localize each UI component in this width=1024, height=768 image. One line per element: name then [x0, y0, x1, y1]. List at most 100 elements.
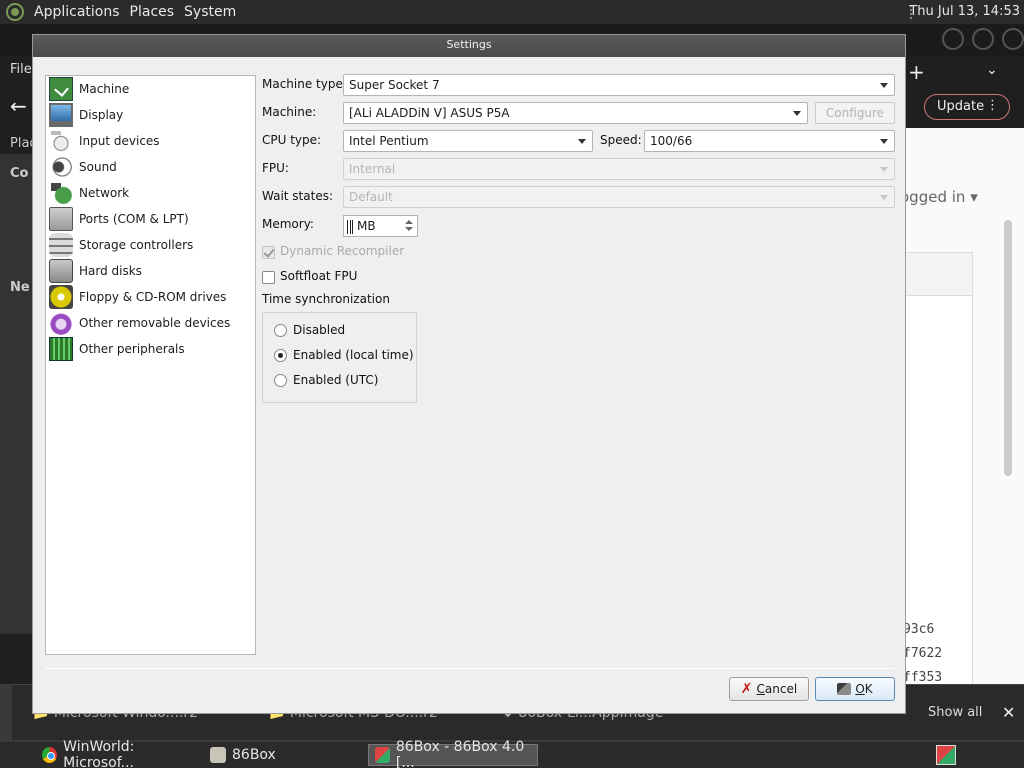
tab-list-chevron-icon[interactable]: ⌄: [986, 62, 998, 78]
machine-type-label: Machine type:: [262, 77, 347, 91]
cancel-button[interactable]: ✗ Cancel: [729, 677, 809, 701]
speed-label: Speed:: [600, 133, 642, 147]
sidebar-item-removable-devices[interactable]: Other removable devices: [49, 311, 253, 335]
wait-states-select[interactable]: Default: [343, 186, 895, 208]
cancel-label: Cancel: [756, 682, 798, 696]
sidebar-item-network[interactable]: Network: [49, 181, 253, 205]
hard-disk-icon: [49, 259, 73, 283]
sidebar-item-sound[interactable]: Sound: [49, 155, 253, 179]
softfloat-fpu-checkbox[interactable]: [262, 271, 275, 284]
page-scrollbar[interactable]: [1004, 220, 1012, 476]
dialog-separator: [45, 668, 894, 669]
sound-icon: [49, 155, 73, 179]
more-options-icon[interactable]: ⋮: [986, 98, 999, 113]
cancel-x-icon: ✗: [740, 681, 753, 697]
ok-button[interactable]: OK: [815, 677, 895, 701]
sidebar-item-label: Network: [79, 186, 130, 200]
sidebar-item-label: Display: [79, 108, 124, 122]
taskbar-item-winworld[interactable]: WinWorld: Microsof...: [36, 739, 202, 768]
time-sync-disabled-radio[interactable]: [274, 324, 287, 337]
sidebar-item-hard-disks[interactable]: Hard disks: [49, 259, 253, 283]
input-devices-icon: [49, 129, 73, 153]
close-icon[interactable]: ✕: [1002, 703, 1015, 722]
text-cursor-icon: [347, 220, 353, 234]
86box-tray-icon[interactable]: [936, 745, 956, 765]
chevron-down-icon: [880, 139, 888, 144]
sidebar-item-label: Floppy & CD-ROM drives: [79, 290, 227, 304]
memory-label: Memory:: [262, 217, 314, 231]
sidebar-text: Co: [10, 166, 29, 181]
show-all-button[interactable]: Show all: [918, 685, 992, 741]
network-icon: [49, 181, 73, 205]
settings-dialog: Settings Machine Display Input devices S…: [32, 34, 906, 714]
sidebar-item-ports[interactable]: Ports (COM & LPT): [49, 207, 253, 231]
time-sync-utc-radio[interactable]: [274, 374, 287, 387]
back-arrow-icon[interactable]: ←: [10, 94, 27, 118]
sidebar-item-input-devices[interactable]: Input devices: [49, 129, 253, 153]
clock[interactable]: Thu Jul 13, 14:53: [909, 4, 1020, 19]
machine-select[interactable]: [ALi ALADDiN V] ASUS P5A: [343, 102, 808, 124]
sidebar-item-display[interactable]: Display: [49, 103, 253, 127]
time-sync-option-label: Enabled (UTC): [293, 373, 379, 387]
fpu-label: FPU:: [262, 161, 289, 175]
settings-sidebar: Machine Display Input devices Sound Netw…: [45, 75, 256, 655]
memory-spinbox[interactable]: MB: [343, 215, 418, 237]
fpu-value: Internal: [349, 162, 396, 176]
places-menu[interactable]: Places: [130, 4, 175, 20]
chrome-icon: [42, 747, 58, 763]
time-sync-group: Disabled Enabled (local time) Enabled (U…: [262, 312, 417, 403]
distro-logo-icon[interactable]: [6, 3, 24, 21]
wait-states-value: Default: [349, 190, 393, 204]
speed-select[interactable]: 100/66: [644, 130, 895, 152]
chevron-down-icon: [880, 83, 888, 88]
spin-down-icon[interactable]: [404, 226, 414, 234]
taskbar-item-86box-vm[interactable]: 86Box - 86Box 4.0 [...: [368, 739, 538, 768]
window-control-icon[interactable]: [1002, 28, 1024, 50]
system-menu[interactable]: System: [184, 4, 236, 20]
taskbar-item-86box-folder[interactable]: 86Box: [204, 744, 364, 766]
cpu-type-select[interactable]: Intel Pentium: [343, 130, 593, 152]
cpu-type-value: Intel Pentium: [349, 134, 429, 148]
chevron-down-icon: [578, 139, 586, 144]
file-menu[interactable]: File: [10, 62, 32, 77]
taskbar-item-label: 86Box: [232, 747, 276, 763]
chevron-down-icon: [880, 195, 888, 200]
memory-value: MB: [357, 219, 376, 233]
applications-menu[interactable]: Applications: [34, 4, 120, 20]
sidebar-item-label: Other peripherals: [79, 342, 185, 356]
window-control-icon[interactable]: [942, 28, 964, 50]
update-label: Update: [937, 99, 985, 114]
machine-type-select[interactable]: Super Socket 7: [343, 74, 895, 96]
machine-value: [ALi ALADDiN V] ASUS P5A: [349, 106, 510, 120]
sidebar-text: Ne: [10, 280, 30, 295]
sidebar-item-label: Ports (COM & LPT): [79, 212, 189, 226]
sidebar-item-floppy-cdrom[interactable]: Floppy & CD-ROM drives: [49, 285, 253, 309]
commit-hash: ff353: [903, 670, 943, 685]
window-control-icon[interactable]: [972, 28, 994, 50]
folder-icon: [210, 747, 226, 763]
sidebar-item-label: Other removable devices: [79, 316, 231, 330]
update-button[interactable]: Update ⋮: [924, 94, 1010, 120]
ok-label: OK: [855, 682, 873, 696]
peripherals-icon: [49, 337, 73, 361]
chevron-down-icon: [793, 111, 801, 116]
floppy-cdrom-icon: [49, 285, 73, 309]
machine-type-value: Super Socket 7: [349, 78, 440, 92]
sidebar-item-label: Sound: [79, 160, 117, 174]
sidebar-item-machine[interactable]: Machine: [49, 77, 253, 101]
time-sync-label: Time synchronization: [262, 292, 390, 306]
time-sync-option-label: Disabled: [293, 323, 346, 337]
fpu-select[interactable]: Internal: [343, 158, 895, 180]
sidebar-item-storage-controllers[interactable]: Storage controllers: [49, 233, 253, 257]
new-tab-icon[interactable]: +: [908, 60, 925, 84]
page-left-sidebar: Plac Co Ne: [0, 136, 37, 634]
time-sync-local-radio[interactable]: [274, 349, 287, 362]
commit-hash: 93c6: [903, 622, 935, 637]
ok-hand-icon: [837, 683, 852, 695]
dialog-title: Settings: [33, 35, 905, 57]
dynamic-recompiler-checkbox[interactable]: [262, 246, 275, 259]
spin-up-icon[interactable]: [404, 218, 414, 226]
configure-button[interactable]: Configure: [815, 102, 895, 124]
dynamic-recompiler-label: Dynamic Recompiler: [280, 244, 405, 258]
sidebar-item-other-peripherals[interactable]: Other peripherals: [49, 337, 253, 361]
